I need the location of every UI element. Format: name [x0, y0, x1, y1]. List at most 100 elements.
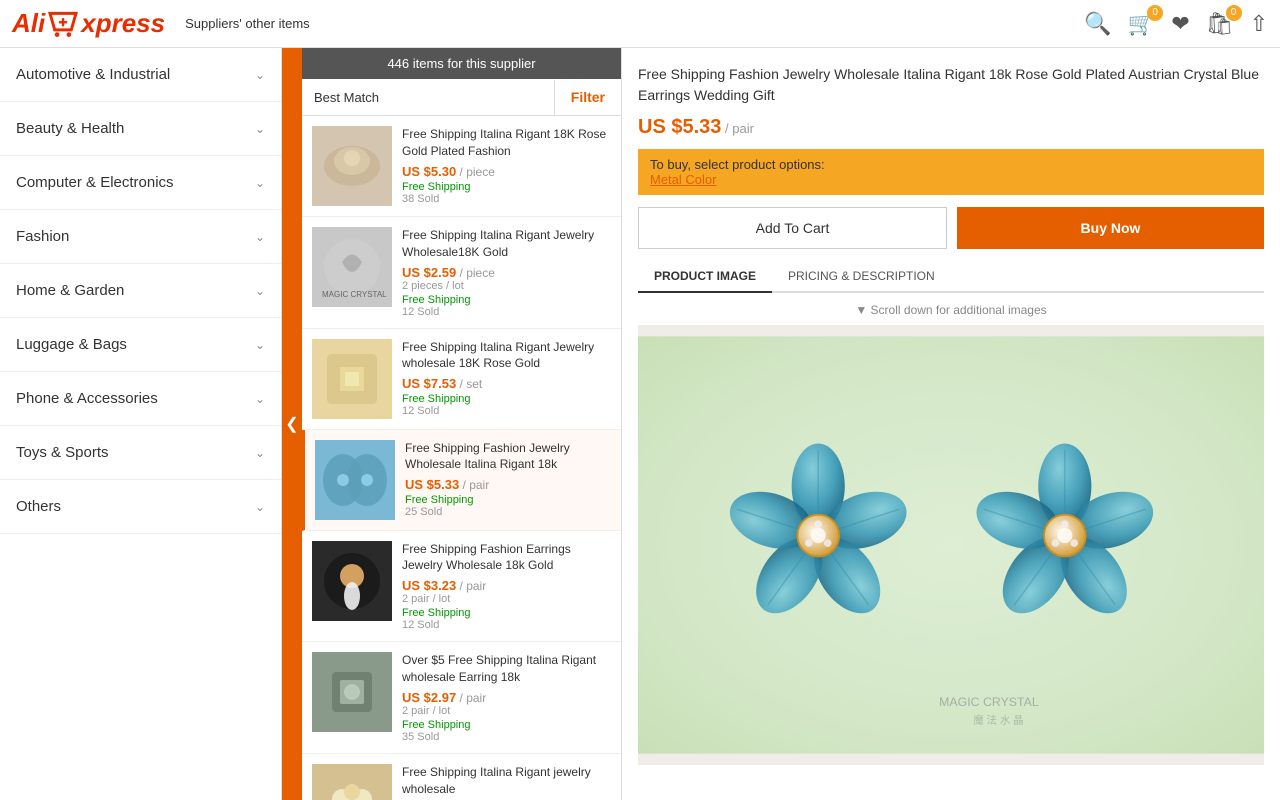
sidebar-label-beauty: Beauty & Health [16, 120, 124, 137]
sidebar-label-computer: Computer & Electronics [16, 174, 174, 191]
sidebar-item-automotive[interactable]: Automotive & Industrial ⌄ [0, 48, 281, 102]
free-shipping-label: Free Shipping [402, 719, 611, 731]
header-icons: 🔍 🛒 0 ❤ 🛍 0 ⇧ [1084, 11, 1268, 37]
main-content: Automotive & Industrial ⌄ Beauty & Healt… [0, 48, 1280, 800]
sold-count: 35 Sold [402, 731, 611, 743]
add-to-cart-button[interactable]: Add To Cart [638, 207, 947, 249]
product-thumbnail [312, 126, 392, 206]
detail-panel: Free Shipping Fashion Jewelry Wholesale … [622, 48, 1280, 800]
chevron-down-icon: ⌄ [255, 500, 265, 514]
sidebar-item-computer[interactable]: Computer & Electronics ⌄ [0, 156, 281, 210]
share-button[interactable]: ⇧ [1250, 11, 1268, 37]
product-title: Free Shipping Fashion Earrings Jewelry W… [402, 541, 611, 575]
sort-select[interactable]: Best Match [302, 80, 555, 115]
svg-text:MAGIC CRYSTAL: MAGIC CRYSTAL [939, 695, 1039, 709]
sidebar: Automotive & Industrial ⌄ Beauty & Healt… [0, 48, 282, 800]
sidebar-label-others: Others [16, 498, 61, 515]
product-price: US $2.97 [402, 690, 456, 705]
product-item[interactable]: Free Shipping Italina Rigant jewelry who… [302, 754, 621, 800]
sidebar-collapse-button[interactable]: ❮ [282, 48, 302, 800]
product-price: US $7.53 [402, 376, 456, 391]
product-unit: / piece [456, 266, 495, 280]
product-title: Free Shipping Fashion Jewelry Wholesale … [405, 440, 611, 474]
product-info: Free Shipping Fashion Earrings Jewelry W… [402, 541, 611, 632]
header: Ali xpress Suppliers' other items 🔍 🛒 0 … [0, 0, 1280, 48]
buy-now-button[interactable]: Buy Now [957, 207, 1264, 249]
chevron-down-icon: ⌄ [255, 446, 265, 460]
product-thumbnail [312, 339, 392, 419]
sidebar-item-phone[interactable]: Phone & Accessories ⌄ [0, 372, 281, 426]
product-info: Free Shipping Fashion Jewelry Wholesale … [405, 440, 611, 519]
sold-count: 12 Sold [402, 306, 611, 318]
cart1-badge: 0 [1147, 5, 1163, 21]
product-title: Free Shipping Italina Rigant Jewelry Who… [402, 227, 611, 261]
logo-express-text: xpress [81, 8, 165, 39]
metal-color-link[interactable]: Metal Color [650, 172, 716, 187]
product-title: Free Shipping Italina Rigant Jewelry who… [402, 339, 611, 373]
tab-product-image[interactable]: PRODUCT IMAGE [638, 261, 772, 293]
sidebar-item-toys[interactable]: Toys & Sports ⌄ [0, 426, 281, 480]
product-item-selected[interactable]: Free Shipping Fashion Jewelry Wholesale … [302, 430, 621, 531]
wishlist-button[interactable]: ❤ [1171, 11, 1189, 37]
buy-options-text: To buy, select product options: [650, 157, 825, 172]
cart1-button[interactable]: 🛒 0 [1128, 11, 1155, 37]
product-list-area: 446 items for this supplier Best Match F… [302, 48, 622, 800]
product-item[interactable]: Over $5 Free Shipping Italina Rigant who… [302, 642, 621, 754]
tab-pricing-description[interactable]: PRICING & DESCRIPTION [772, 261, 951, 293]
chevron-down-icon: ⌄ [255, 284, 265, 298]
chevron-down-icon: ⌄ [255, 338, 265, 352]
product-thumbnail [312, 652, 392, 732]
sidebar-label-phone: Phone & Accessories [16, 390, 158, 407]
product-title: Free Shipping Italina Rigant 18K Rose Go… [402, 126, 611, 160]
sidebar-label-home: Home & Garden [16, 282, 124, 299]
product-unit: / pair [456, 691, 486, 705]
product-title: Free Shipping Italina Rigant jewelry who… [402, 764, 611, 798]
free-shipping-label: Free Shipping [402, 393, 611, 405]
product-lot: 2 pair / lot [402, 593, 611, 605]
sidebar-item-luggage[interactable]: Luggage & Bags ⌄ [0, 318, 281, 372]
sidebar-item-home[interactable]: Home & Garden ⌄ [0, 264, 281, 318]
sidebar-item-fashion[interactable]: Fashion ⌄ [0, 210, 281, 264]
filter-button[interactable]: Filter [555, 79, 621, 115]
detail-price: US $5.33 [638, 116, 721, 138]
product-thumbnail [312, 541, 392, 621]
free-shipping-label: Free Shipping [402, 294, 611, 306]
chevron-down-icon: ⌄ [255, 122, 265, 136]
chevron-down-icon: ⌄ [255, 176, 265, 190]
chevron-down-icon: ⌄ [255, 68, 265, 82]
cart2-button[interactable]: 🛍 0 [1206, 11, 1234, 37]
detail-title: Free Shipping Fashion Jewelry Wholesale … [638, 64, 1264, 106]
product-price: US $5.30 [402, 164, 456, 179]
product-info: Free Shipping Italina Rigant Jewelry Who… [402, 227, 611, 318]
product-lot: 2 pieces / lot [402, 280, 611, 292]
product-main-image: MAGIC CRYSTAL 魔 法 水 晶 [638, 325, 1264, 765]
cart2-badge: 0 [1226, 5, 1242, 21]
sold-count: 12 Sold [402, 405, 611, 417]
product-item[interactable]: Free Shipping Italina Rigant Jewelry who… [302, 329, 621, 430]
action-buttons: Add To Cart Buy Now [638, 207, 1264, 249]
product-unit: / set [456, 377, 482, 391]
product-list: Free Shipping Italina Rigant 18K Rose Go… [302, 116, 621, 800]
sidebar-label-automotive: Automotive & Industrial [16, 66, 170, 83]
product-thumbnail [315, 440, 395, 520]
chevron-down-icon: ⌄ [255, 230, 265, 244]
search-button[interactable]: 🔍 [1084, 11, 1111, 37]
svg-text:MAGIC CRYSTAL: MAGIC CRYSTAL [322, 290, 387, 299]
sidebar-label-toys: Toys & Sports [16, 444, 109, 461]
product-lot: 2 pair / lot [402, 705, 611, 717]
scroll-hint: ▼ Scroll down for additional images [638, 303, 1264, 317]
product-thumbnail [312, 764, 392, 800]
logo-cart-icon [45, 11, 81, 37]
product-item[interactable]: MAGIC CRYSTAL Free Shipping Italina Riga… [302, 217, 621, 329]
product-item[interactable]: Free Shipping Fashion Earrings Jewelry W… [302, 531, 621, 643]
sidebar-item-beauty[interactable]: Beauty & Health ⌄ [0, 102, 281, 156]
sidebar-label-luggage: Luggage & Bags [16, 336, 127, 353]
logo: Ali xpress [12, 8, 165, 39]
supplier-text: Suppliers' other items [185, 16, 310, 31]
sidebar-item-others[interactable]: Others ⌄ [0, 480, 281, 534]
product-list-header: 446 items for this supplier [302, 48, 621, 79]
product-item[interactable]: Free Shipping Italina Rigant 18K Rose Go… [302, 116, 621, 217]
buy-options-bar: To buy, select product options: Metal Co… [638, 149, 1264, 195]
free-shipping-label: Free Shipping [405, 494, 611, 506]
product-info: Free Shipping Italina Rigant jewelry who… [402, 764, 611, 800]
